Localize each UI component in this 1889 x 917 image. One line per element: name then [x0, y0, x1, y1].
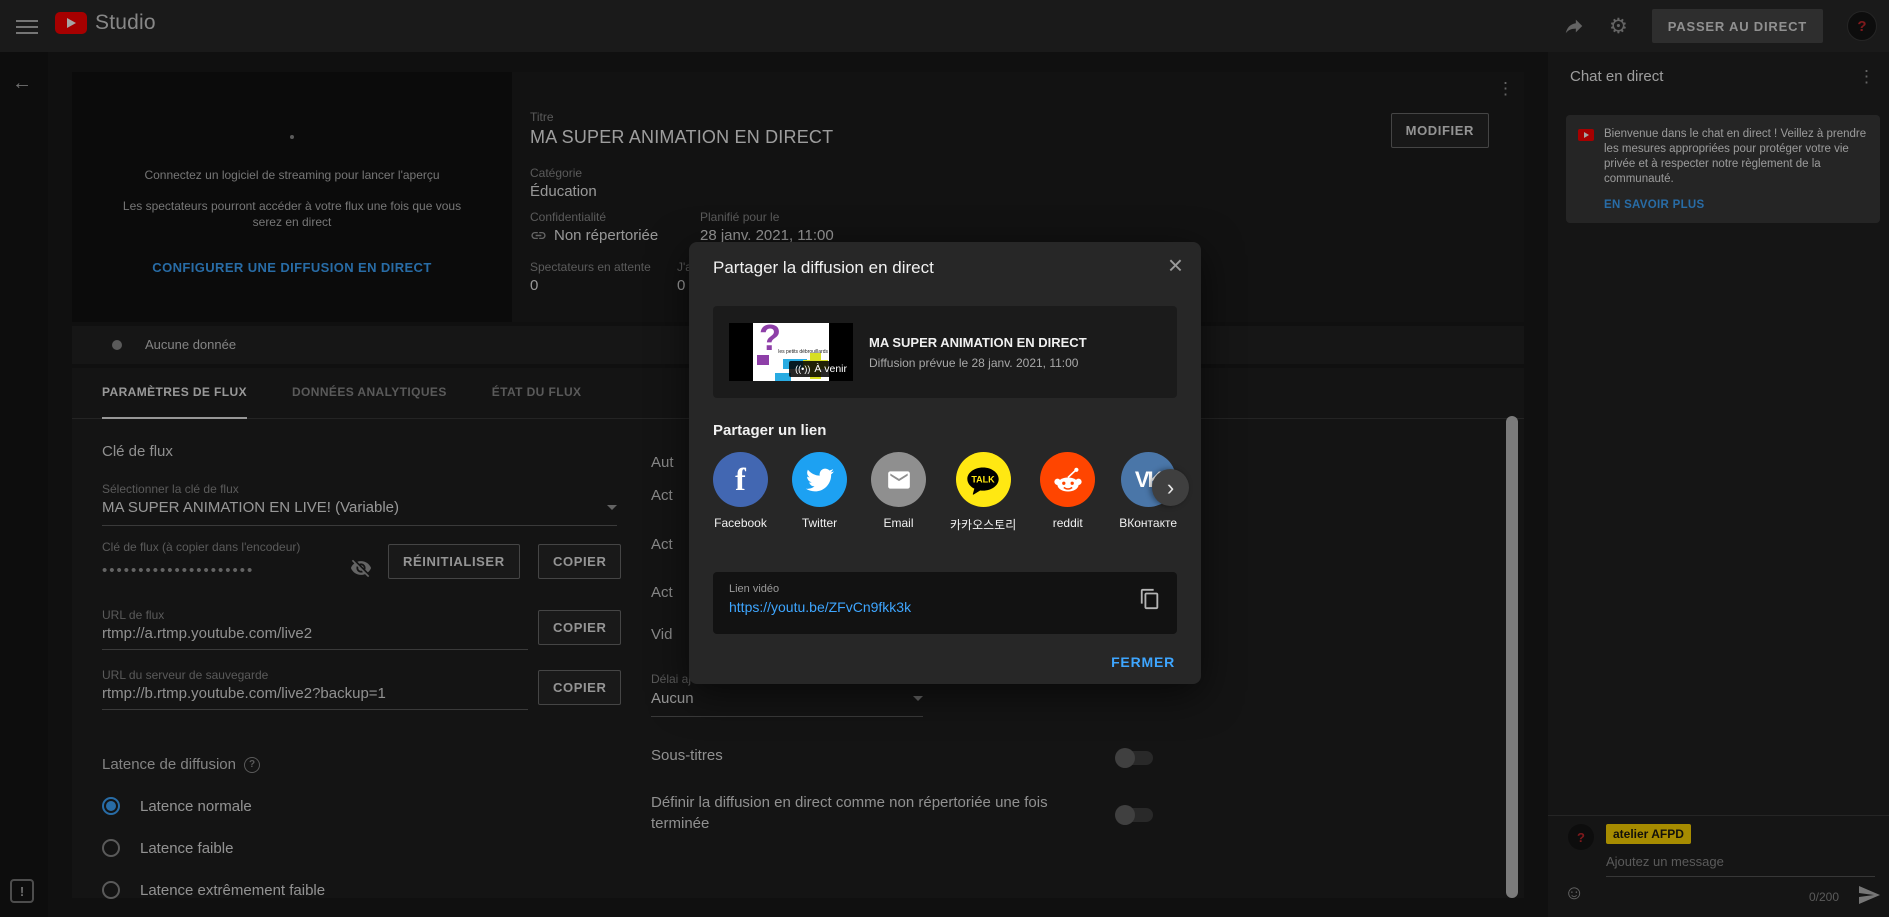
youtube-studio-live-dashboard: Studio ⚙ PASSER AU DIRECT ? ← ! Connecte…: [0, 0, 1889, 917]
share-link-heading: Partager un lien: [713, 422, 826, 439]
twitter-icon: [792, 452, 847, 507]
video-summary-box: ? les petits débrouillards ((•)) À venir…: [713, 306, 1177, 398]
share-networks-row: f Facebook Twitter Email TALK 카카오스토리: [713, 452, 1177, 533]
share-kakaostory-button[interactable]: TALK 카카오스토리: [950, 452, 1016, 533]
upcoming-badge: ((•)) À venir: [789, 361, 853, 377]
video-summary-text: MA SUPER ANIMATION EN DIRECT Diffusion p…: [869, 335, 1087, 370]
modal-title: Partager la diffusion en direct: [713, 258, 934, 278]
reddit-icon: [1040, 452, 1095, 507]
video-thumbnail: ? les petits débrouillards ((•)) À venir: [729, 323, 853, 381]
live-signal-icon: ((•)): [795, 364, 810, 374]
share-facebook-button[interactable]: f Facebook: [713, 452, 768, 533]
share-reddit-button[interactable]: reddit: [1040, 452, 1095, 533]
svg-text:TALK: TALK: [971, 474, 995, 484]
share-live-stream-modal: Partager la diffusion en direct × ? les …: [689, 242, 1201, 684]
share-email-button[interactable]: Email: [871, 452, 926, 533]
modal-video-title: MA SUPER ANIMATION EN DIRECT: [869, 335, 1087, 350]
kakaostory-icon: TALK: [956, 452, 1011, 507]
share-twitter-button[interactable]: Twitter: [792, 452, 847, 533]
video-link-label: Lien vidéo: [729, 583, 1161, 595]
close-icon[interactable]: ×: [1168, 250, 1183, 281]
video-link-url[interactable]: https://youtu.be/ZFvCn9fkk3k: [729, 599, 1161, 615]
video-link-box: Lien vidéo https://youtu.be/ZFvCn9fkk3k: [713, 572, 1177, 634]
email-icon: [871, 452, 926, 507]
facebook-icon: f: [713, 452, 768, 507]
copy-icon[interactable]: [1139, 588, 1161, 615]
more-networks-button[interactable]: ›: [1152, 469, 1189, 506]
modal-video-scheduled: Diffusion prévue le 28 janv. 2021, 11:00: [869, 356, 1087, 370]
close-modal-button[interactable]: FERMER: [1111, 654, 1175, 670]
